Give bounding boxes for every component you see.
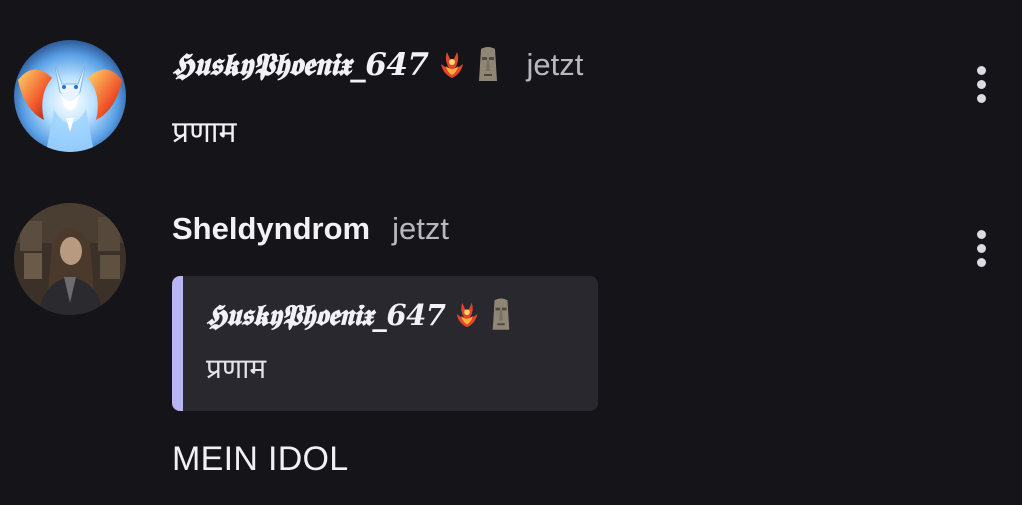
wolf-avatar-image [14, 40, 126, 152]
dot [976, 79, 986, 89]
dot [976, 93, 986, 103]
phoenix-icon [451, 299, 483, 331]
message-header: 𝕳𝖚𝖘𝖐𝖞𝕻𝖍𝖔𝖊𝖓𝖎𝖝_647 jetzt [172, 42, 583, 88]
username[interactable]: Sheldyndrom [172, 211, 370, 247]
reply-text: प्रणाम [206, 352, 267, 385]
more-vertical-icon[interactable] [968, 226, 994, 270]
message-header: Sheldyndrom jetzt [172, 206, 449, 252]
message-text: MEIN IDOL [172, 440, 349, 478]
moai-icon [489, 296, 513, 334]
dot [976, 65, 986, 75]
reply-quote[interactable]: 𝕳𝖚𝖘𝖐𝖞𝕻𝖍𝖔𝖊𝖓𝖎𝖝_647 प्रणाम [172, 276, 598, 411]
timestamp: jetzt [526, 47, 584, 82]
timestamp: jetzt [392, 211, 449, 246]
dot [976, 257, 986, 267]
message-text: प्रणाम [172, 115, 237, 150]
dot [976, 243, 986, 253]
phoenix-icon [435, 48, 469, 82]
person-avatar-image [14, 203, 126, 315]
avatar[interactable] [14, 203, 126, 315]
reply-accent-bar [172, 276, 183, 411]
reply-username: 𝕳𝖚𝖘𝖐𝖞𝕻𝖍𝖔𝖊𝖓𝖎𝖝_647 [206, 297, 446, 332]
moai-icon [475, 45, 501, 85]
dot [976, 229, 986, 239]
username[interactable]: 𝕳𝖚𝖘𝖐𝖞𝕻𝖍𝖔𝖊𝖓𝖎𝖝_647 [172, 47, 429, 84]
chat-feed: 𝕳𝖚𝖘𝖐𝖞𝕻𝖍𝖔𝖊𝖓𝖎𝖝_647 jetzt प्रणाम Sheldyndro… [0, 0, 1022, 505]
reply-header: 𝕳𝖚𝖘𝖐𝖞𝕻𝖍𝖔𝖊𝖓𝖎𝖝_647 [206, 296, 513, 334]
avatar[interactable] [14, 40, 126, 152]
more-vertical-icon[interactable] [968, 62, 994, 106]
